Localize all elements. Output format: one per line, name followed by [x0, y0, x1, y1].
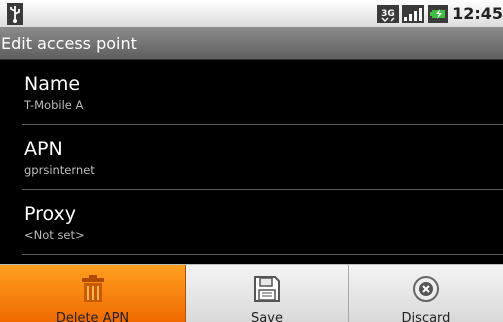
- save-button[interactable]: Save: [186, 265, 349, 322]
- delete-apn-label: Delete APN: [55, 311, 130, 322]
- apn-settings-list: Name T-Mobile A APN gprsinternet Proxy <…: [22, 60, 503, 255]
- title-bar: Edit access point: [0, 27, 503, 60]
- field-label: Name: [24, 73, 81, 95]
- 3g-icon: 3G: [377, 4, 400, 23]
- discard-label: Discard: [401, 311, 451, 322]
- field-value: gprsinternet: [24, 163, 95, 177]
- list-item-name[interactable]: Name T-Mobile A: [22, 60, 503, 125]
- signal-bars-icon: [402, 4, 425, 23]
- battery-icon: [428, 4, 449, 23]
- field-label: APN: [24, 138, 63, 160]
- trash-icon: [81, 275, 104, 302]
- list-item-apn[interactable]: APN gprsinternet: [22, 125, 503, 190]
- status-icons: 3G 12:45: [377, 0, 503, 27]
- page-title: Edit access point: [1, 34, 137, 53]
- options-menu: Delete APN Save Discard: [0, 264, 503, 322]
- discard-button[interactable]: Discard: [349, 265, 503, 322]
- svg-text:3G: 3G: [381, 9, 395, 19]
- close-circle-icon: [413, 276, 439, 302]
- list-item-proxy[interactable]: Proxy <Not set>: [22, 190, 503, 255]
- field-label: Proxy: [24, 203, 77, 225]
- delete-apn-button[interactable]: Delete APN: [0, 265, 186, 322]
- floppy-disk-icon: [254, 276, 280, 302]
- save-label: Save: [251, 311, 283, 322]
- field-value: <Not set>: [24, 228, 85, 242]
- usb-icon: [7, 3, 23, 25]
- status-bar: 3G 12:45: [0, 0, 503, 27]
- field-value: T-Mobile A: [24, 98, 84, 112]
- status-clock: 12:45: [452, 4, 503, 23]
